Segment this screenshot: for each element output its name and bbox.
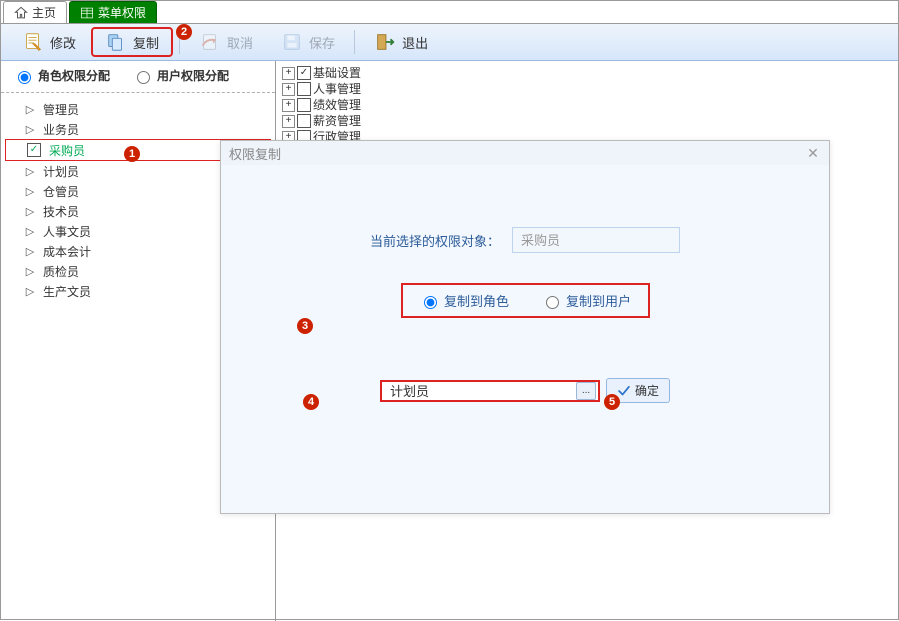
current-object-label: 当前选择的权限对象： xyxy=(370,231,500,250)
copy-icon xyxy=(105,31,127,53)
tab-home-label: 主页 xyxy=(32,4,56,21)
copy-to-role[interactable]: 复制到角色 xyxy=(419,291,509,310)
toolbar: 修改 复制 取消 保存 退出 xyxy=(1,24,898,61)
copy-to-role-radio[interactable] xyxy=(424,296,437,309)
target-value: 计划员 xyxy=(390,381,576,400)
role-label: 生产文员 xyxy=(43,283,91,300)
role-label: 质检员 xyxy=(43,263,79,280)
marker-2: 2 xyxy=(176,24,192,40)
tree-label: 薪资管理 xyxy=(313,113,361,129)
role-label: 人事文员 xyxy=(43,223,91,240)
checkbox-icon[interactable] xyxy=(297,114,311,128)
copy-to-user-radio[interactable] xyxy=(546,296,559,309)
marker-3: 3 xyxy=(297,318,313,334)
role-label: 仓管员 xyxy=(43,183,79,200)
expander-icon: ▷ xyxy=(25,205,35,218)
tab-current-label: 菜单权限 xyxy=(98,4,146,21)
dialog-titlebar: 权限复制 ✕ xyxy=(221,141,829,165)
toolbar-separator xyxy=(354,30,355,54)
marker-4: 4 xyxy=(303,394,319,410)
dialog-body: 当前选择的权限对象： 采购员 复制到角色 复制到用户 计划员 ... 确定 xyxy=(221,165,829,513)
tab-menu-permission[interactable]: 菜单权限 xyxy=(69,1,157,23)
dialog-title-text: 权限复制 xyxy=(229,144,281,163)
cancel-button[interactable]: 取消 xyxy=(186,27,266,57)
role-label: 计划员 xyxy=(43,163,79,180)
copy-to-role-label: 复制到角色 xyxy=(444,291,509,310)
tab-strip: 主页 菜单权限 xyxy=(1,1,898,24)
marker-5: 5 xyxy=(604,394,620,410)
tree-node[interactable]: +✓基础设置 xyxy=(282,65,892,81)
role-label: 成本会计 xyxy=(43,243,91,260)
tree-node[interactable]: + 人事管理 xyxy=(282,81,892,97)
copy-to-user[interactable]: 复制到用户 xyxy=(541,291,631,310)
home-icon xyxy=(14,6,28,20)
exit-icon xyxy=(374,31,396,53)
expander-icon: ▷ xyxy=(25,265,35,278)
mode-role[interactable]: 角色权限分配 xyxy=(13,67,110,84)
lookup-button[interactable]: ... xyxy=(576,382,596,400)
role-label: 技术员 xyxy=(43,203,79,220)
dialog-close-button[interactable]: ✕ xyxy=(805,145,821,162)
role-label: 业务员 xyxy=(43,121,79,138)
role-label: 管理员 xyxy=(43,101,79,118)
copy-target-type: 复制到角色 复制到用户 xyxy=(401,283,650,318)
tree-expander-icon[interactable]: + xyxy=(282,99,295,112)
tree-expander-icon[interactable]: + xyxy=(282,83,295,96)
tab-home[interactable]: 主页 xyxy=(3,1,67,23)
role-label: 采购员 xyxy=(49,142,85,159)
edit-button[interactable]: 修改 xyxy=(9,27,89,57)
target-field[interactable]: 计划员 ... xyxy=(380,380,600,402)
exit-button[interactable]: 退出 xyxy=(361,27,441,57)
marker-1: 1 xyxy=(124,146,140,162)
target-row: 计划员 ... 确定 xyxy=(261,378,789,403)
current-object-value: 采购员 xyxy=(512,227,680,253)
role-item[interactable]: ▷ 业务员 xyxy=(5,119,271,139)
checkbox-icon[interactable] xyxy=(297,82,311,96)
tree-label: 基础设置 xyxy=(313,65,361,81)
save-icon xyxy=(281,31,303,53)
mode-user[interactable]: 用户权限分配 xyxy=(132,67,229,84)
mode-user-label: 用户权限分配 xyxy=(157,67,229,84)
mode-user-radio[interactable] xyxy=(137,71,150,84)
checkbox-icon[interactable]: ✓ xyxy=(297,66,311,80)
expander-icon: ▷ xyxy=(25,225,35,238)
role-item[interactable]: ▷ 管理员 xyxy=(5,99,271,119)
save-label: 保存 xyxy=(309,33,335,52)
tree-expander-icon[interactable]: + xyxy=(282,67,295,80)
expander-icon: ▷ xyxy=(25,185,35,198)
edit-icon xyxy=(22,31,44,53)
expander-icon: ▷ xyxy=(25,285,35,298)
mode-role-radio[interactable] xyxy=(18,71,31,84)
permission-tree: +✓基础设置+人事管理+绩效管理+薪资管理+行政管理 xyxy=(282,65,892,145)
tree-expander-icon[interactable]: + xyxy=(282,115,295,128)
checkbox-icon: ✓ xyxy=(27,143,41,157)
expander-icon: ▷ xyxy=(25,103,35,116)
check-icon xyxy=(617,384,631,398)
save-button[interactable]: 保存 xyxy=(268,27,348,57)
current-object-row: 当前选择的权限对象： 采购员 xyxy=(261,227,789,253)
copy-button[interactable]: 复制 xyxy=(91,27,173,57)
exit-label: 退出 xyxy=(402,33,428,52)
assignment-mode: 角色权限分配 用户权限分配 xyxy=(1,61,275,93)
expander-icon: ▷ xyxy=(25,123,35,136)
edit-label: 修改 xyxy=(50,33,76,52)
checkbox-icon[interactable] xyxy=(297,98,311,112)
copy-label: 复制 xyxy=(133,33,159,52)
copy-to-user-label: 复制到用户 xyxy=(566,291,631,310)
ok-label: 确定 xyxy=(635,382,659,399)
tree-node[interactable]: + 绩效管理 xyxy=(282,97,892,113)
cancel-icon xyxy=(199,31,221,53)
tree-label: 人事管理 xyxy=(313,81,361,97)
cancel-label: 取消 xyxy=(227,33,253,52)
tree-node[interactable]: + 薪资管理 xyxy=(282,113,892,129)
mode-role-label: 角色权限分配 xyxy=(38,67,110,84)
grid-icon xyxy=(80,6,94,20)
expander-icon: ▷ xyxy=(25,165,35,178)
expander-icon: ▷ xyxy=(25,245,35,258)
tree-label: 绩效管理 xyxy=(313,97,361,113)
